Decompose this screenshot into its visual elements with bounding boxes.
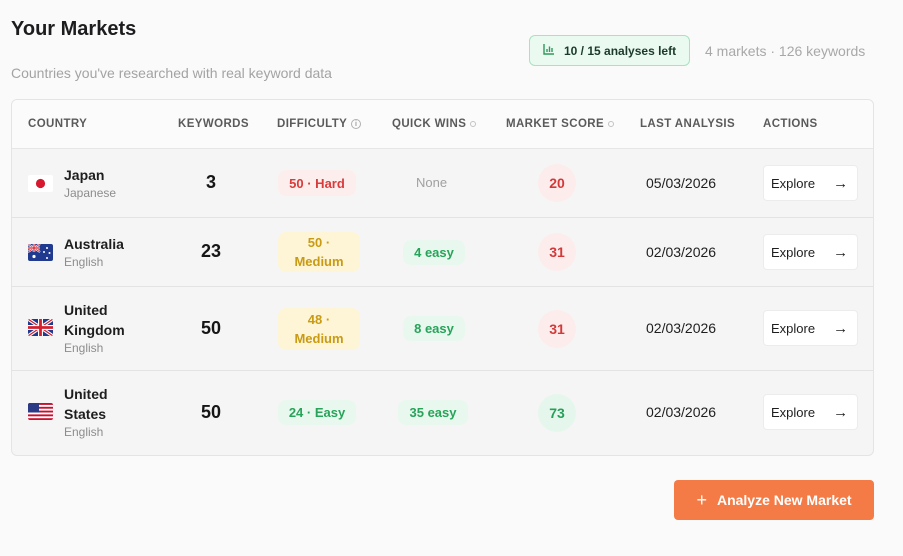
markets-table: COUNTRY KEYWORDS DIFFICULTY i QUICK WINS … — [11, 99, 874, 456]
table-header: COUNTRY KEYWORDS DIFFICULTY i QUICK WINS … — [12, 100, 873, 149]
last-analysis-date: 02/03/2026 — [646, 320, 717, 336]
table-row: Japan Japanese 3 50 · Hard None 20 05/03… — [12, 149, 873, 218]
keywords-count: 3 — [205, 172, 216, 192]
japan-flag-icon — [28, 175, 53, 192]
column-keywords: KEYWORDS — [178, 118, 249, 130]
quick-wins-badge: 8 easy — [403, 316, 465, 341]
info-icon[interactable] — [608, 121, 615, 127]
page-title: Your Markets — [11, 18, 137, 40]
table-row: United States English 50 24 · Easy 35 ea… — [12, 371, 873, 455]
keywords-count: 50 — [200, 318, 222, 338]
market-score: 73 — [538, 394, 576, 432]
analyses-quota-badge: 10 / 15 analyses left — [529, 35, 690, 66]
explore-label: Explore — [771, 404, 816, 420]
analyze-new-market-button[interactable]: + Analyze New Market — [674, 480, 874, 520]
difficulty-badge: 48 · Medium — [278, 308, 360, 350]
explore-button[interactable]: Explore → — [763, 310, 858, 346]
info-icon[interactable]: i — [351, 119, 362, 129]
explore-button[interactable]: Explore → — [763, 234, 858, 270]
explore-label: Explore — [771, 175, 816, 191]
arrow-right-icon: → — [833, 174, 849, 192]
country-cell: Japan Japanese — [64, 165, 116, 201]
country-language: Japanese — [64, 186, 117, 200]
quick-wins-badge: 4 easy — [403, 240, 465, 265]
quick-wins-value: None — [416, 175, 448, 190]
explore-label: Explore — [771, 244, 816, 260]
last-analysis-date: 02/03/2026 — [646, 404, 717, 420]
difficulty-badge: 50 · Medium — [278, 232, 360, 272]
country-name: Kingdom — [64, 322, 125, 338]
market-score: 31 — [538, 233, 576, 271]
page-subtitle: Countries you've researched with real ke… — [11, 65, 332, 81]
keywords-count: 23 — [200, 241, 222, 261]
bar-chart-icon — [543, 42, 555, 60]
market-score: 31 — [538, 310, 576, 348]
plus-icon: + — [696, 490, 707, 510]
australia-flag-icon — [28, 244, 53, 261]
explore-button[interactable]: Explore → — [763, 165, 858, 201]
country-language: English — [64, 341, 104, 355]
column-difficulty: DIFFICULTY i — [277, 118, 362, 130]
arrow-right-icon: → — [833, 403, 849, 421]
country-name: United — [64, 302, 108, 318]
country-name: Japan — [64, 167, 105, 183]
arrow-right-icon: → — [833, 243, 849, 261]
arrow-right-icon: → — [833, 319, 849, 337]
keywords-count: 50 — [200, 402, 222, 422]
quota-text: 10 / 15 analyses left — [564, 43, 677, 58]
country-name: Australia — [64, 236, 124, 252]
column-last-analysis: LAST ANALYSIS — [640, 118, 736, 130]
explore-button[interactable]: Explore → — [763, 394, 858, 430]
markets-summary: 4 markets · 126 keywords — [705, 43, 866, 59]
column-actions: ACTIONS — [763, 118, 818, 130]
country-cell: United Kingdom English — [64, 300, 125, 356]
quick-wins-badge: 35 easy — [398, 400, 468, 425]
column-quick-wins: QUICK WINS — [392, 118, 477, 130]
market-score: 20 — [538, 164, 576, 202]
country-cell: United States English — [64, 384, 108, 440]
column-market-score: MARKET SCORE — [506, 118, 615, 130]
country-language: English — [64, 255, 104, 269]
table-row: United Kingdom English 50 48 · Medium 8 … — [12, 287, 873, 371]
explore-label: Explore — [771, 320, 816, 336]
country-cell: Australia English — [64, 234, 124, 270]
table-row: Australia English 23 50 · Medium 4 easy … — [12, 218, 873, 287]
country-name: United — [64, 386, 108, 402]
difficulty-badge: 24 · Easy — [278, 400, 356, 425]
analyze-new-market-label: Analyze New Market — [716, 492, 852, 508]
column-country: COUNTRY — [28, 118, 88, 130]
last-analysis-date: 05/03/2026 — [646, 175, 717, 191]
us-flag-icon — [28, 403, 53, 420]
info-icon[interactable] — [470, 121, 477, 127]
last-analysis-date: 02/03/2026 — [646, 244, 717, 260]
country-language: English — [64, 425, 104, 439]
difficulty-badge: 50 · Hard — [278, 170, 356, 196]
country-name: States — [64, 406, 107, 422]
uk-flag-icon — [28, 319, 53, 336]
